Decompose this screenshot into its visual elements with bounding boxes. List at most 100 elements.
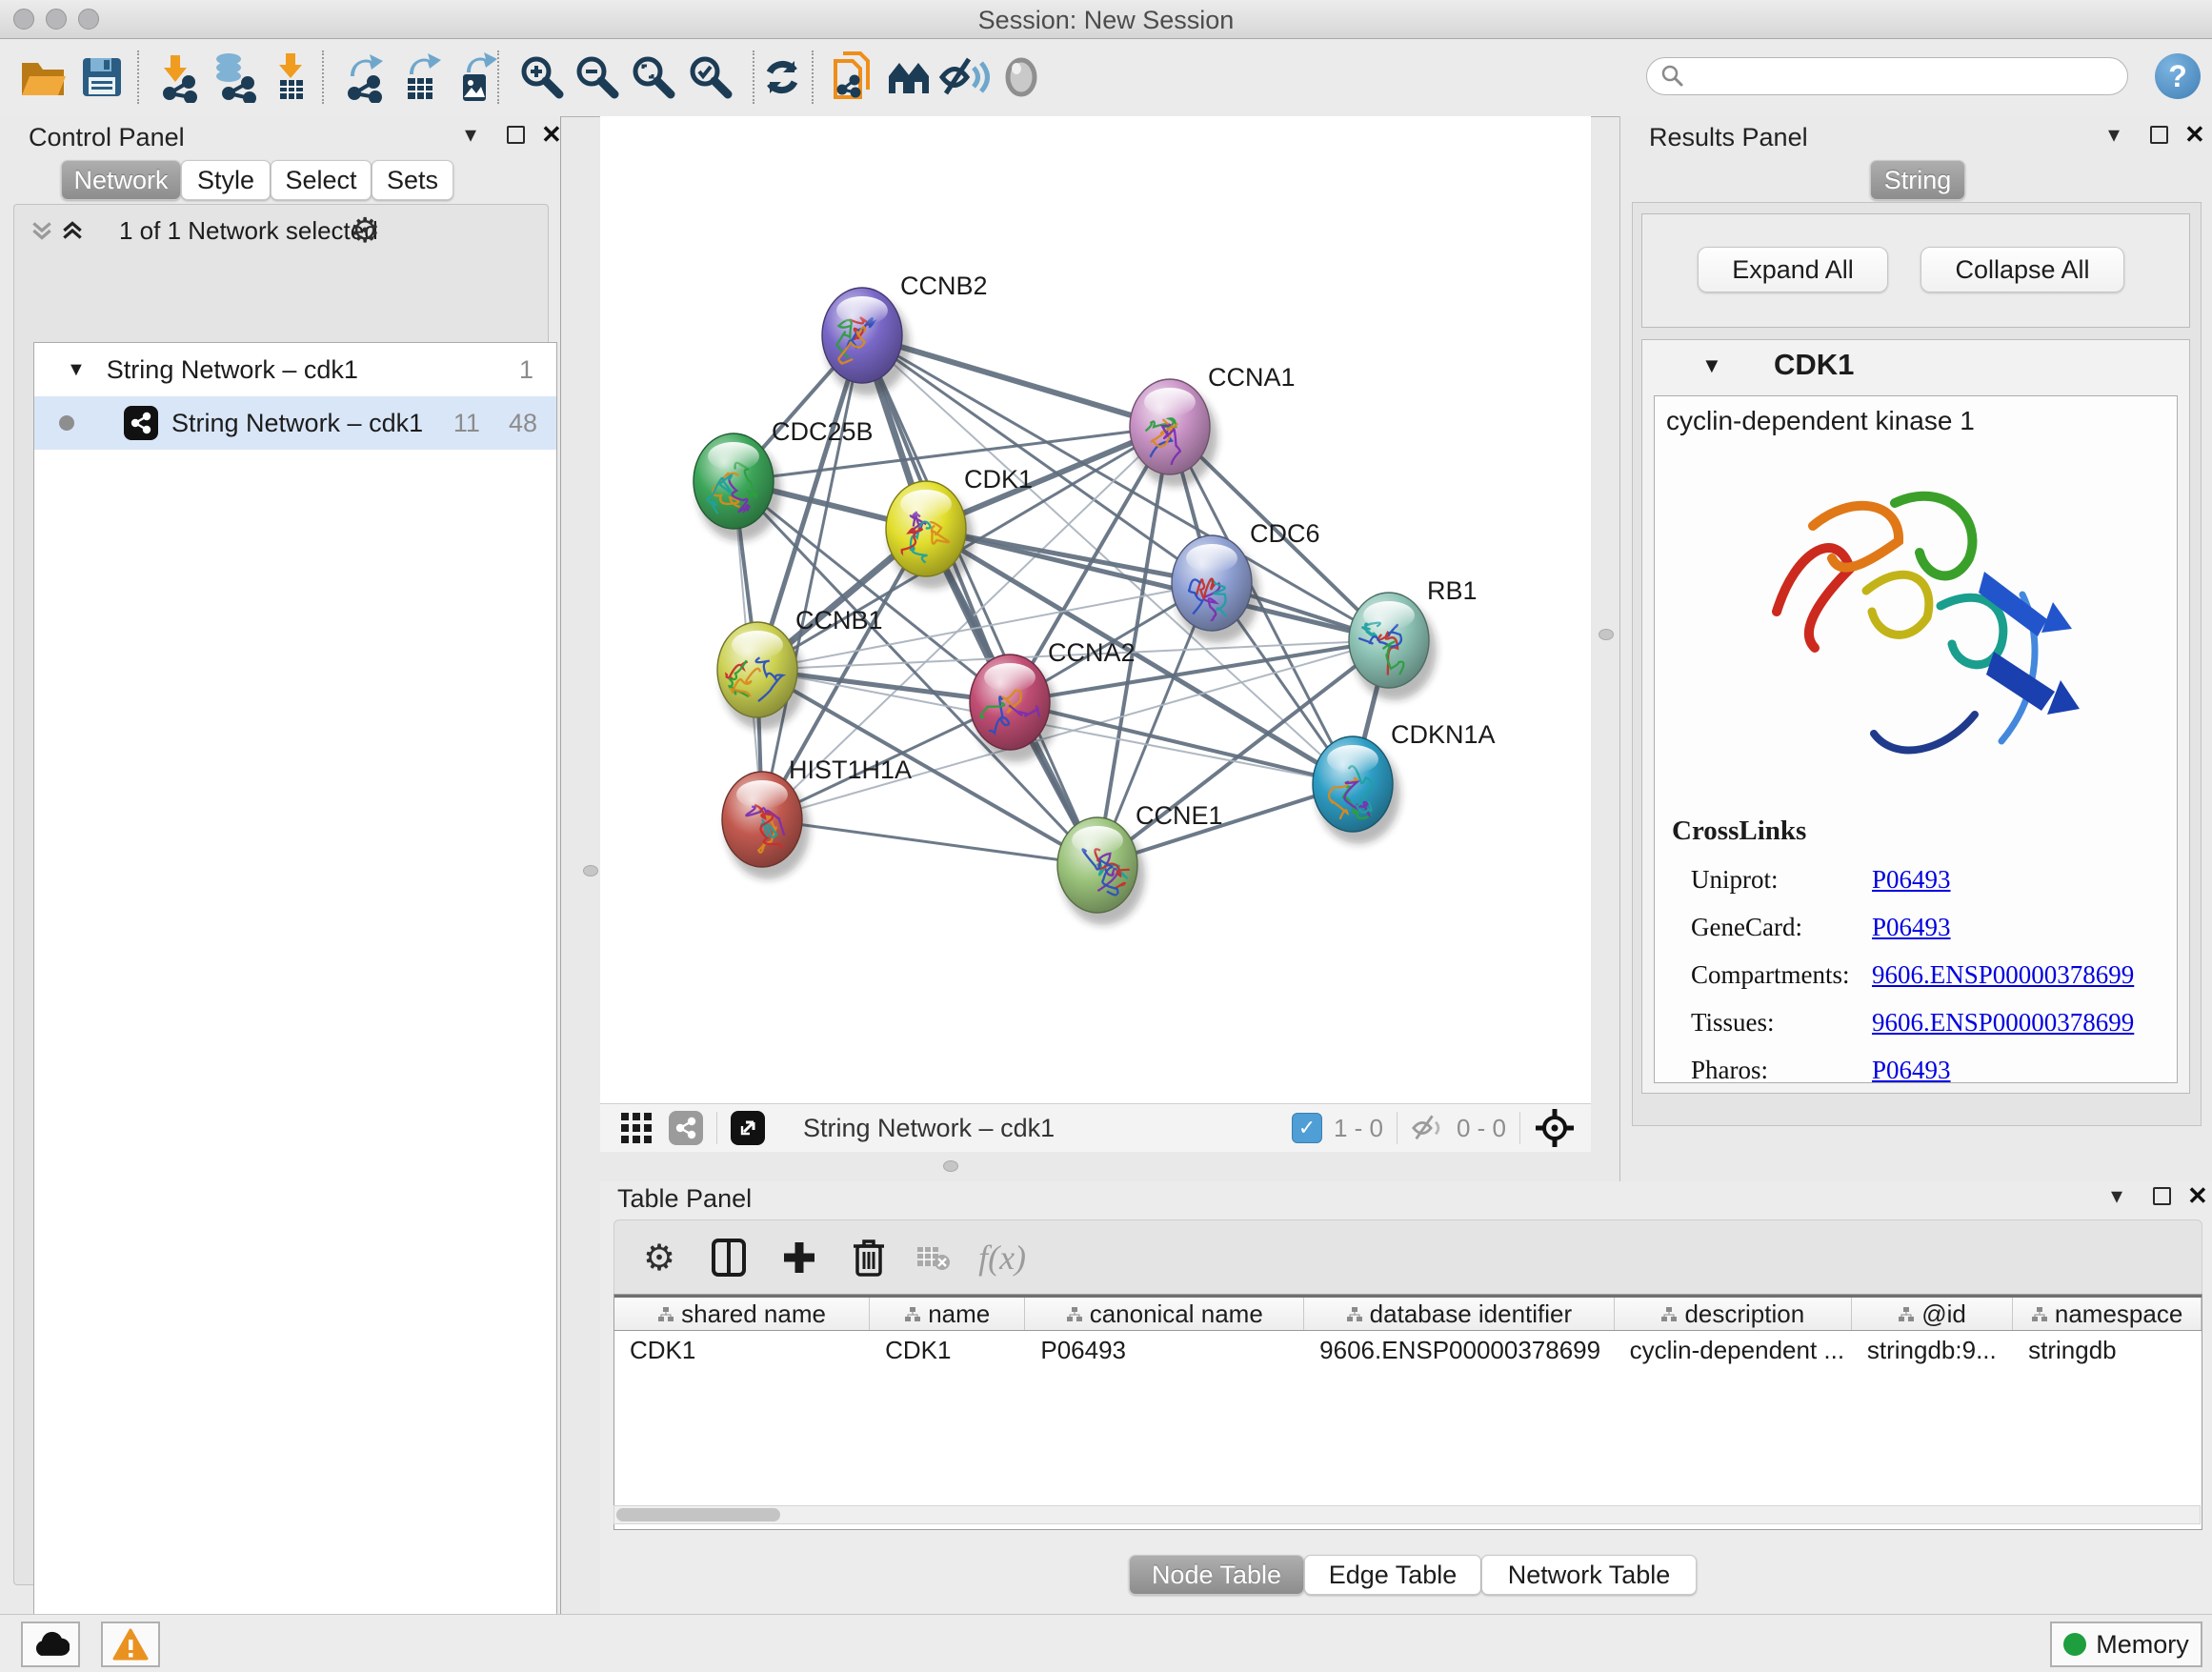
network-overview-icon[interactable] xyxy=(881,50,936,105)
zoom-in-icon[interactable] xyxy=(514,50,570,105)
cloud-status-button[interactable] xyxy=(21,1622,80,1667)
column-header-canonicalname[interactable]: canonical name xyxy=(1025,1298,1304,1330)
tab-node-table[interactable]: Node Table xyxy=(1129,1555,1304,1595)
export-table-icon[interactable] xyxy=(392,50,448,105)
table-cell[interactable]: stringdb xyxy=(2013,1331,2202,1369)
table-cell[interactable]: 9606.ENSP00000378699 xyxy=(1304,1331,1614,1369)
network-collection-row[interactable]: ▼ String Network – cdk1 1 xyxy=(34,343,556,396)
network-node-CDC6[interactable]: CDC6 xyxy=(1172,519,1320,643)
crosslink-value-link[interactable]: P06493 xyxy=(1872,913,1951,942)
table-cell[interactable]: CDK1 xyxy=(870,1331,1025,1369)
column-header-sharedname[interactable]: shared name xyxy=(614,1298,870,1330)
collapse-all-icon[interactable] xyxy=(30,218,54,243)
hide-graphics-details-icon[interactable] xyxy=(936,50,992,105)
crosslink-value-link[interactable]: 9606.ENSP00000378699 xyxy=(1872,960,2134,990)
table-cell[interactable]: stringdb:9... xyxy=(1852,1331,2013,1369)
column-header-databaseidentifier[interactable]: database identifier xyxy=(1304,1298,1614,1330)
expand-all-button[interactable]: Expand All xyxy=(1698,247,1888,292)
crosslink-label: GeneCard: xyxy=(1691,913,1872,942)
tab-network-table[interactable]: Network Table xyxy=(1481,1555,1697,1595)
tab-style[interactable]: Style xyxy=(181,160,271,200)
memory-button[interactable]: Memory xyxy=(2050,1622,2202,1667)
export-network-icon[interactable] xyxy=(335,50,391,105)
crosslink-value-link[interactable]: 9606.ENSP00000378699 xyxy=(1872,1008,2134,1037)
horizontal-splitter-handle[interactable] xyxy=(943,1160,958,1172)
panel-float-icon[interactable] xyxy=(2153,1187,2171,1205)
collapse-all-button[interactable]: Collapse All xyxy=(1920,247,2124,292)
column-header-namespace[interactable]: namespace xyxy=(2013,1298,2202,1330)
network-node-RB1[interactable]: RB1 xyxy=(1349,576,1478,700)
search-icon xyxy=(1660,64,1685,89)
current-network-dot-icon xyxy=(59,415,74,431)
open-session-icon[interactable] xyxy=(15,50,70,105)
table-row[interactable]: CDK1CDK1P064939606.ENSP00000378699cyclin… xyxy=(614,1331,2202,1369)
table-hscrollbar-thumb[interactable] xyxy=(616,1508,780,1521)
help-button[interactable]: ? xyxy=(2155,53,2201,99)
panel-menu-icon[interactable]: ▾ xyxy=(465,124,476,147)
network-node-CCNB1[interactable]: CCNB1 xyxy=(710,606,883,730)
tree-expander-icon[interactable]: ▼ xyxy=(67,359,86,381)
zoom-fit-icon[interactable] xyxy=(626,50,681,105)
network-view-icon[interactable] xyxy=(669,1111,703,1145)
panel-close-icon[interactable]: ✕ xyxy=(2184,120,2205,150)
create-column-plus-icon[interactable] xyxy=(780,1239,818,1277)
save-session-icon[interactable] xyxy=(74,50,130,105)
tab-network[interactable]: Network xyxy=(61,160,181,200)
hidden-eye-slash-icon[interactable] xyxy=(1411,1112,1447,1144)
table-cell[interactable]: CDK1 xyxy=(614,1331,870,1369)
search-input[interactable] xyxy=(1685,62,2089,91)
table-options-gear-icon[interactable]: ⚙ xyxy=(643,1237,675,1279)
warning-icon xyxy=(112,1628,149,1661)
right-splitter-handle[interactable] xyxy=(1599,629,1614,640)
network-options-gear-icon[interactable]: ⚙ xyxy=(350,211,380,251)
zoom-out-icon[interactable] xyxy=(570,50,625,105)
network-row-selected[interactable]: String Network – cdk1 11 48 xyxy=(34,396,556,450)
panel-menu-icon[interactable]: ▾ xyxy=(2111,1185,2122,1208)
column-header-id[interactable]: @id xyxy=(1852,1298,2013,1330)
panel-close-icon[interactable]: ✕ xyxy=(2187,1181,2208,1211)
import-network-file-icon[interactable] xyxy=(149,50,204,105)
birdseye-crosshair-icon[interactable] xyxy=(1534,1107,1576,1149)
table-cell[interactable]: P06493 xyxy=(1025,1331,1304,1369)
hidden-node-edge-counts: 0 - 0 xyxy=(1457,1114,1506,1143)
crosslink-value-link[interactable]: P06493 xyxy=(1872,865,1951,895)
column-header-description[interactable]: description xyxy=(1615,1298,1852,1330)
graphics-details-icon[interactable] xyxy=(994,50,1049,105)
panel-float-icon[interactable] xyxy=(2150,126,2168,144)
network-view-toolbar: String Network – cdk1 ✓ 1 - 0 0 - 0 xyxy=(600,1103,1591,1152)
tab-select[interactable]: Select xyxy=(271,160,372,200)
network-node-HIST1H1A[interactable]: HIST1H1A xyxy=(722,755,912,879)
table-hscrollbar[interactable] xyxy=(613,1505,2201,1524)
crosslink-value-link[interactable]: P06493 xyxy=(1872,1056,1951,1085)
tab-string[interactable]: String xyxy=(1870,160,1965,200)
tab-sets[interactable]: Sets xyxy=(372,160,453,200)
left-splitter-handle[interactable] xyxy=(583,865,598,876)
network-node-CCNB2[interactable]: CCNB2 xyxy=(822,272,988,395)
table-cell[interactable]: cyclin-dependent ... xyxy=(1615,1331,1852,1369)
import-table-file-icon[interactable] xyxy=(263,50,318,105)
selected-checkbox-icon[interactable]: ✓ xyxy=(1292,1113,1322,1143)
new-network-from-selection-icon[interactable] xyxy=(824,50,879,105)
gene-details: cyclin-dependent kinase 1 CrossLinks Uni… xyxy=(1654,395,2178,1083)
refresh-icon[interactable] xyxy=(754,50,810,105)
delete-column-trash-icon[interactable] xyxy=(851,1237,887,1279)
detach-view-icon[interactable] xyxy=(731,1111,765,1145)
search-box[interactable] xyxy=(1646,57,2128,95)
warnings-button[interactable] xyxy=(101,1622,160,1667)
grid-view-icon[interactable] xyxy=(619,1111,654,1145)
import-network-database-icon[interactable] xyxy=(206,50,261,105)
zoom-selected-icon[interactable] xyxy=(683,50,738,105)
panel-menu-icon[interactable]: ▾ xyxy=(2108,124,2120,147)
expand-all-icon[interactable] xyxy=(60,218,85,243)
show-columns-icon[interactable] xyxy=(710,1237,748,1279)
network-canvas[interactable]: CCNB2CCNA1CDC25BCDK1CDC6RB1CCNB1CCNA2CDK… xyxy=(600,116,1591,1103)
table-header-row: shared namenamecanonical namedatabase id… xyxy=(614,1295,2202,1331)
tab-edge-table[interactable]: Edge Table xyxy=(1304,1555,1481,1595)
section-collapse-icon[interactable]: ▼ xyxy=(1701,353,1722,378)
column-header-name[interactable]: name xyxy=(870,1298,1025,1330)
panel-close-icon[interactable]: ✕ xyxy=(541,120,562,150)
export-image-icon[interactable] xyxy=(448,50,503,105)
panel-float-icon[interactable] xyxy=(507,126,525,144)
network-node-CDKN1A[interactable]: CDKN1A xyxy=(1313,720,1496,844)
network-node-CCNE1[interactable]: CCNE1 xyxy=(1057,801,1223,925)
